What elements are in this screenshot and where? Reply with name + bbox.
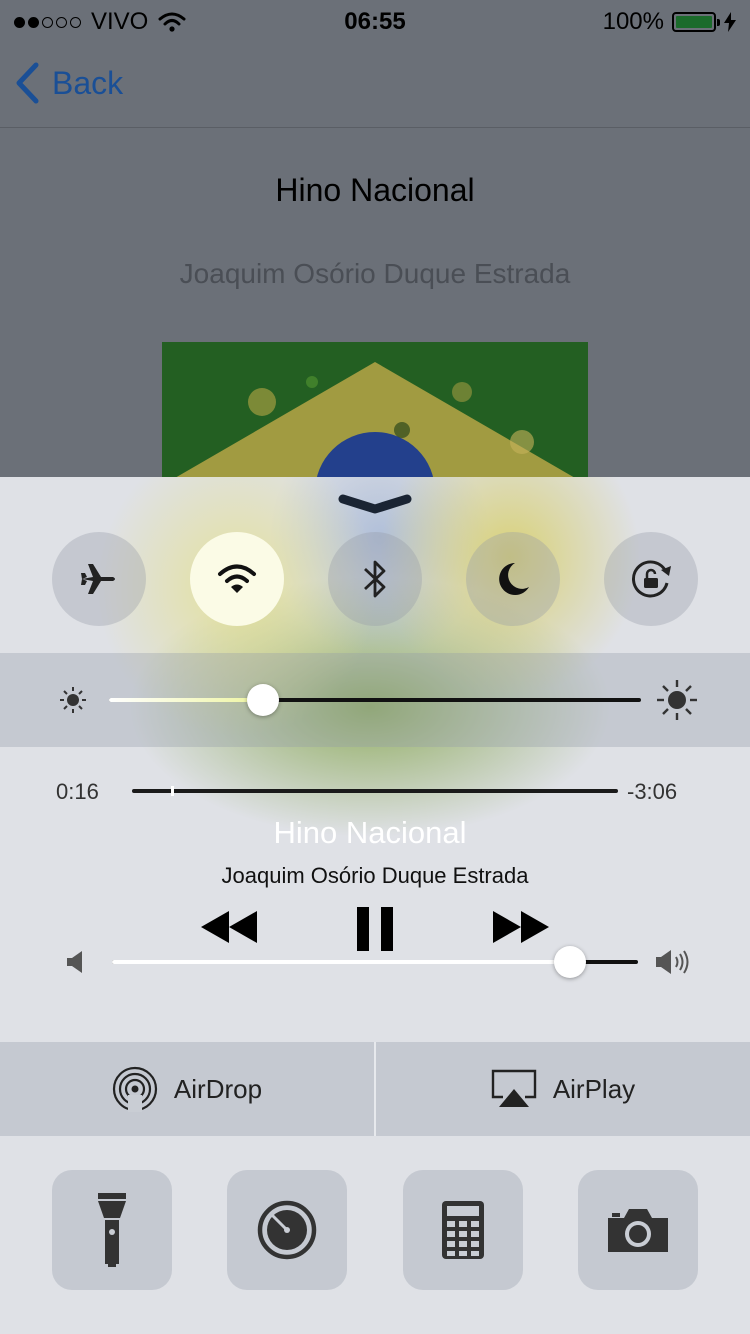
back-label: Back: [52, 64, 124, 101]
flashlight-button[interactable]: [52, 1170, 172, 1290]
do-not-disturb-toggle[interactable]: [466, 532, 560, 626]
brazil-flag-artwork: [162, 342, 588, 482]
airdrop-button[interactable]: AirDrop: [0, 1042, 374, 1136]
rotation-lock-icon: [632, 560, 671, 598]
volume-min-icon: [67, 951, 82, 973]
now-playing-artist: Joaquim Osório Duque Estrada: [221, 863, 529, 888]
airplay-icon: [491, 1069, 537, 1107]
rewind-button[interactable]: [200, 907, 258, 947]
toggle-row: [0, 532, 750, 626]
calculator-button[interactable]: [403, 1170, 523, 1290]
song-title: Hino Nacional: [275, 172, 475, 208]
camera-icon: [608, 1209, 668, 1252]
calculator-icon: [442, 1201, 484, 1259]
control-center: 0:16 -3:06 Hino Nacional Joaquim Osório …: [0, 477, 750, 1334]
brightness-low-icon: [60, 687, 86, 713]
brightness-row: [0, 653, 750, 747]
back-button[interactable]: Back: [14, 62, 123, 104]
elapsed-time: 0:16: [56, 779, 99, 804]
volume-max-icon: [656, 950, 689, 974]
brightness-track-fill: [109, 698, 264, 702]
volume-slider[interactable]: [112, 945, 638, 979]
dismiss-grabber-icon[interactable]: [337, 493, 413, 519]
bluetooth-toggle[interactable]: [328, 532, 422, 626]
song-artist: Joaquim Osório Duque Estrada: [179, 258, 571, 289]
sharing-row: AirDrop AirPlay: [0, 1042, 750, 1136]
moon-icon: [499, 563, 529, 595]
now-playing-title: Hino Nacional: [273, 815, 467, 850]
brightness-high-icon: [657, 680, 697, 720]
remaining-time: -3:06: [627, 779, 678, 804]
scrubber-playhead[interactable]: [170, 786, 174, 796]
brightness-thumb[interactable]: [247, 684, 280, 716]
airplay-label: AirPlay: [552, 1073, 636, 1104]
battery-fill: [676, 16, 712, 28]
chevron-left-icon: [16, 62, 39, 104]
brightness-slider[interactable]: [109, 683, 641, 717]
navigation-bar: Back: [0, 40, 750, 128]
flashlight-icon: [98, 1193, 126, 1267]
airplane-icon: [81, 564, 115, 594]
airplay-button[interactable]: AirPlay: [376, 1042, 750, 1136]
charging-bolt-icon: [724, 12, 736, 32]
status-bar: VIVO 06:55 100%: [0, 0, 750, 40]
volume-thumb[interactable]: [553, 946, 586, 978]
timer-icon: [257, 1200, 317, 1260]
airdrop-label: AirDrop: [173, 1073, 263, 1104]
scrubber-track: [132, 789, 618, 793]
timer-button[interactable]: [227, 1170, 347, 1290]
airplane-mode-toggle[interactable]: [52, 532, 146, 626]
fast-forward-button[interactable]: [492, 907, 550, 947]
wifi-icon: [218, 564, 256, 593]
status-right: 100%: [603, 8, 736, 36]
album-artwork: [162, 342, 588, 482]
battery-percentage: 100%: [602, 8, 664, 35]
rotation-lock-toggle[interactable]: [604, 532, 698, 626]
battery-icon: [672, 12, 720, 32]
bluetooth-icon: [364, 560, 386, 598]
volume-track-fill: [112, 960, 570, 964]
now-playing-panel: 0:16 -3:06 Hino Nacional Joaquim Osório …: [0, 767, 750, 1037]
wifi-toggle[interactable]: [190, 532, 284, 626]
playback-scrubber[interactable]: [132, 779, 618, 803]
camera-button[interactable]: [578, 1170, 698, 1290]
airdrop-icon: [112, 1066, 158, 1112]
